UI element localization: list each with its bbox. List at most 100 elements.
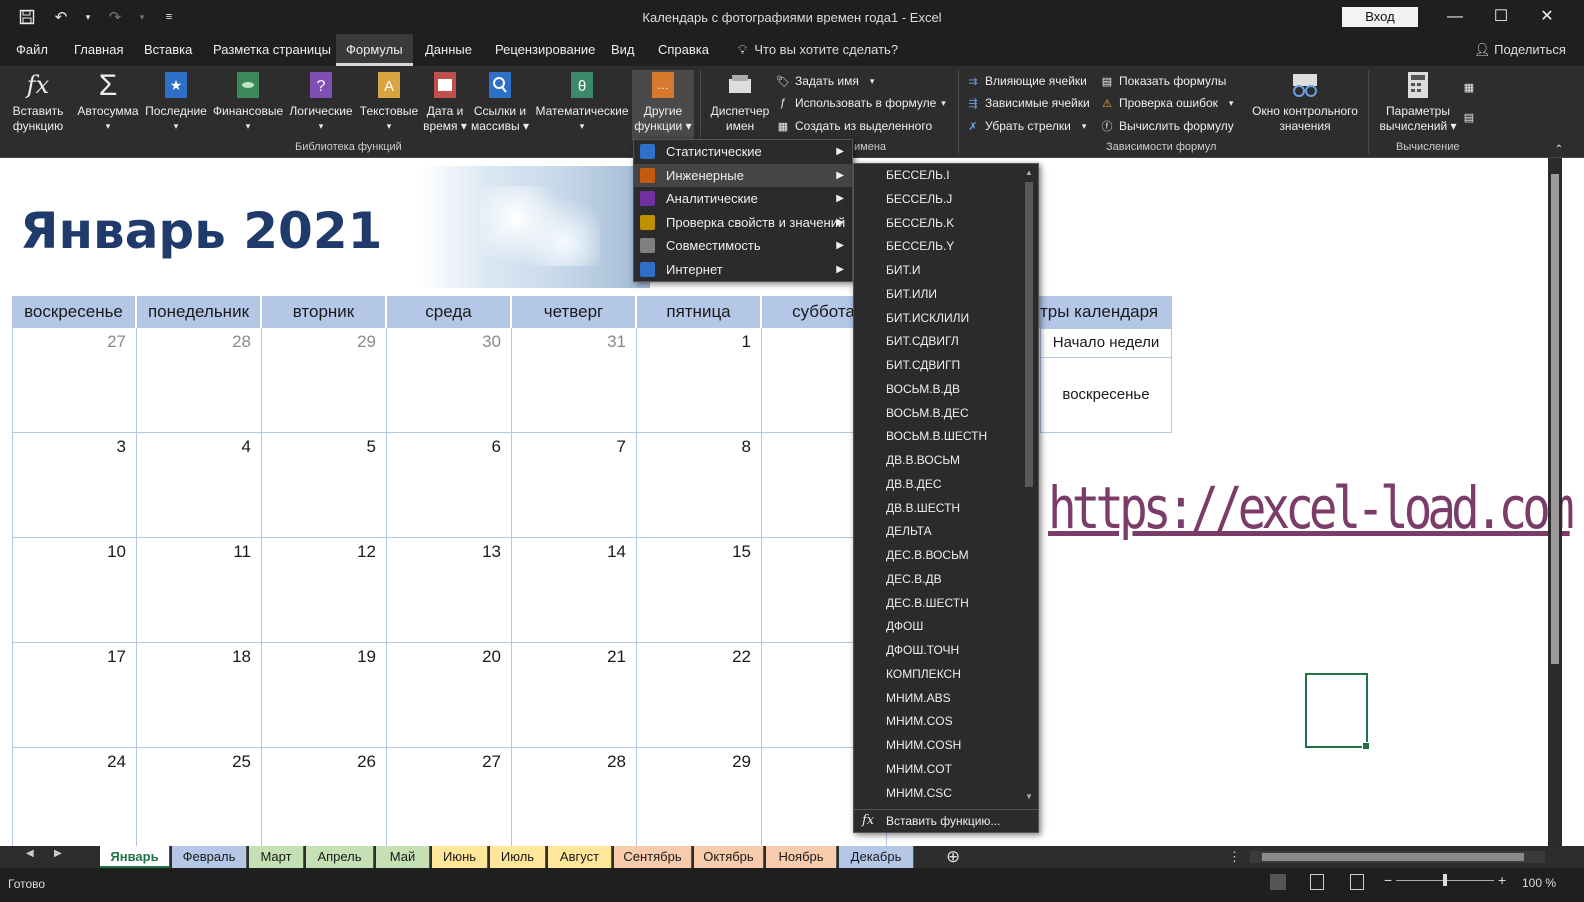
- function-item[interactable]: БЕССЕЛЬ.K: [854, 212, 1022, 236]
- function-item[interactable]: БИТ.СДВИГЛ: [854, 330, 1022, 354]
- datetime-button[interactable]: Дата и время ▾: [422, 70, 468, 134]
- function-item[interactable]: ДВ.В.ШЕСТН: [854, 497, 1022, 521]
- day-cell[interactable]: 5: [262, 433, 387, 538]
- menu-item-information[interactable]: Проверка свойств и значений ▶: [634, 211, 852, 234]
- use-in-formula-button[interactable]: ƒ Использовать в формуле ▾: [776, 94, 946, 112]
- active-cell[interactable]: [1305, 673, 1370, 750]
- normal-view-icon[interactable]: [1270, 874, 1286, 890]
- day-cell[interactable]: 29: [637, 748, 762, 846]
- function-item[interactable]: МНИМ.COT: [854, 758, 1022, 782]
- insert-function-button[interactable]: fx Вставить функцию: [10, 70, 66, 134]
- zoom-slider-thumb[interactable]: [1443, 874, 1447, 886]
- recent-functions-button[interactable]: ★ Последние ▾: [144, 70, 208, 134]
- scroll-down-icon[interactable]: ▼: [1022, 792, 1036, 801]
- define-name-button[interactable]: 🏷︎ Задать имя ▾: [776, 72, 874, 90]
- function-item[interactable]: ДЕС.В.ШЕСТН: [854, 592, 1022, 616]
- collapse-ribbon-button[interactable]: ⌃: [1552, 140, 1566, 158]
- day-cell[interactable]: 31: [512, 328, 637, 433]
- sheet-tab[interactable]: Декабрь: [839, 846, 914, 868]
- sheet-tab[interactable]: Июль: [490, 846, 546, 868]
- day-cell[interactable]: 27: [12, 328, 137, 433]
- sheet-tab[interactable]: Февраль: [172, 846, 247, 868]
- website-link[interactable]: https://excel-load.com: [1048, 474, 1575, 542]
- day-cell[interactable]: 6: [387, 433, 512, 538]
- function-item[interactable]: БЕССЕЛЬ.J: [854, 188, 1022, 212]
- day-cell[interactable]: 22: [637, 643, 762, 748]
- day-cell[interactable]: 8: [637, 433, 762, 538]
- menu-item-cube[interactable]: Аналитические ▶: [634, 187, 852, 210]
- calculation-options-button[interactable]: Параметры вычислений ▾: [1378, 70, 1458, 134]
- tab-review[interactable]: Рецензирование: [485, 34, 605, 66]
- tab-home[interactable]: Главная: [64, 34, 133, 66]
- sheet-tab[interactable]: Сентябрь: [614, 846, 692, 868]
- function-item[interactable]: МНИМ.ABS: [854, 687, 1022, 711]
- menu-item-compatibility[interactable]: Совместимость ▶: [634, 234, 852, 257]
- function-item[interactable]: ДЕС.В.ВОСЬМ: [854, 544, 1022, 568]
- day-cell[interactable]: 30: [387, 328, 512, 433]
- zoom-slider[interactable]: [1396, 874, 1494, 886]
- share-button[interactable]: 👤︎ Поделиться: [1474, 34, 1566, 66]
- function-item[interactable]: ВОСЬМ.В.ДВ: [854, 378, 1022, 402]
- day-cell[interactable]: 25: [137, 748, 262, 846]
- name-manager-button[interactable]: Диспетчер имен: [708, 70, 772, 134]
- tab-page-layout[interactable]: Разметка страницы: [203, 34, 341, 66]
- sheet-tab[interactable]: Апрель: [306, 846, 374, 868]
- error-checking-button[interactable]: ⚠ Проверка ошибок ▾: [1100, 94, 1233, 112]
- function-item[interactable]: МНИМ.COSH: [854, 734, 1022, 758]
- trace-dependents-button[interactable]: ⇶ Зависимые ячейки: [966, 94, 1089, 112]
- page-break-view-icon[interactable]: [1350, 874, 1364, 890]
- function-item[interactable]: ДЕС.В.ДВ: [854, 568, 1022, 592]
- day-cell[interactable]: 7: [512, 433, 637, 538]
- zoom-level[interactable]: 100 %: [1522, 876, 1556, 890]
- day-cell[interactable]: 3: [12, 433, 137, 538]
- menu-item-web[interactable]: Интернет ▶: [634, 258, 852, 281]
- scroll-tabs-left-icon[interactable]: ◀: [26, 848, 34, 859]
- minimize-icon[interactable]: —: [1444, 6, 1466, 28]
- financial-button[interactable]: Финансовые ▾: [212, 70, 284, 134]
- logical-button[interactable]: ? Логические ▾: [288, 70, 354, 134]
- calculate-now-button[interactable]: ▦: [1462, 78, 1476, 96]
- more-options-icon[interactable]: ⋮: [1228, 846, 1241, 868]
- function-item[interactable]: ДФОШ: [854, 615, 1022, 639]
- function-item[interactable]: БИТ.ИСКЛИЛИ: [854, 307, 1022, 331]
- day-cell[interactable]: 26: [262, 748, 387, 846]
- week-start-select[interactable]: воскресенье: [1040, 358, 1172, 433]
- day-cell[interactable]: 12: [262, 538, 387, 643]
- math-button[interactable]: θ Математические ▾: [534, 70, 630, 134]
- scroll-up-icon[interactable]: ▲: [1022, 168, 1036, 177]
- sheet-tab[interactable]: Май: [376, 846, 430, 868]
- tab-insert[interactable]: Вставка: [134, 34, 202, 66]
- function-item[interactable]: БИТ.СДВИГП: [854, 354, 1022, 378]
- day-cell[interactable]: 27: [387, 748, 512, 846]
- menu-item-engineering[interactable]: Инженерные ▶: [634, 163, 852, 187]
- zoom-in-icon[interactable]: +: [1498, 872, 1506, 888]
- tab-help[interactable]: Справка: [648, 34, 719, 66]
- ribbon-display-options-icon[interactable]: [1398, 6, 1420, 28]
- day-cell[interactable]: 21: [512, 643, 637, 748]
- day-cell[interactable]: 28: [512, 748, 637, 846]
- autosum-button[interactable]: Σ Автосумма ▾: [76, 70, 140, 134]
- evaluate-formula-button[interactable]: ⓕ Вычислить формулу: [1100, 117, 1234, 135]
- more-functions-button[interactable]: … Другие функции ▾: [632, 70, 694, 140]
- sheet-tab[interactable]: Ноябрь: [766, 846, 837, 868]
- function-item[interactable]: МНИМ.COS: [854, 710, 1022, 734]
- show-formulas-button[interactable]: ▤ Показать формулы: [1100, 72, 1227, 90]
- day-cell[interactable]: 29: [262, 328, 387, 433]
- tab-view[interactable]: Вид: [601, 34, 645, 66]
- day-cell[interactable]: 10: [12, 538, 137, 643]
- tell-me-box[interactable]: 💡︎ Что вы хотите сделать?: [738, 34, 898, 66]
- tab-data[interactable]: Данные: [415, 34, 482, 66]
- function-item[interactable]: ДВ.В.ДЕС: [854, 473, 1022, 497]
- function-item[interactable]: ВОСЬМ.В.ШЕСТН: [854, 425, 1022, 449]
- sheet-tab[interactable]: Август: [548, 846, 612, 868]
- function-item[interactable]: ДФОШ.ТОЧН: [854, 639, 1022, 663]
- sheet-tab[interactable]: Январь: [100, 846, 170, 868]
- page-layout-view-icon[interactable]: [1310, 874, 1324, 890]
- horizontal-scrollbar[interactable]: [1250, 851, 1545, 863]
- sheet-tab[interactable]: Март: [249, 846, 304, 868]
- sheet-tab[interactable]: Июнь: [432, 846, 488, 868]
- day-cell[interactable]: 14: [512, 538, 637, 643]
- vertical-scrollbar[interactable]: [1548, 158, 1562, 846]
- function-item[interactable]: ВОСЬМ.В.ДЕС: [854, 402, 1022, 426]
- lookup-button[interactable]: Ссылки и массивы ▾: [470, 70, 530, 134]
